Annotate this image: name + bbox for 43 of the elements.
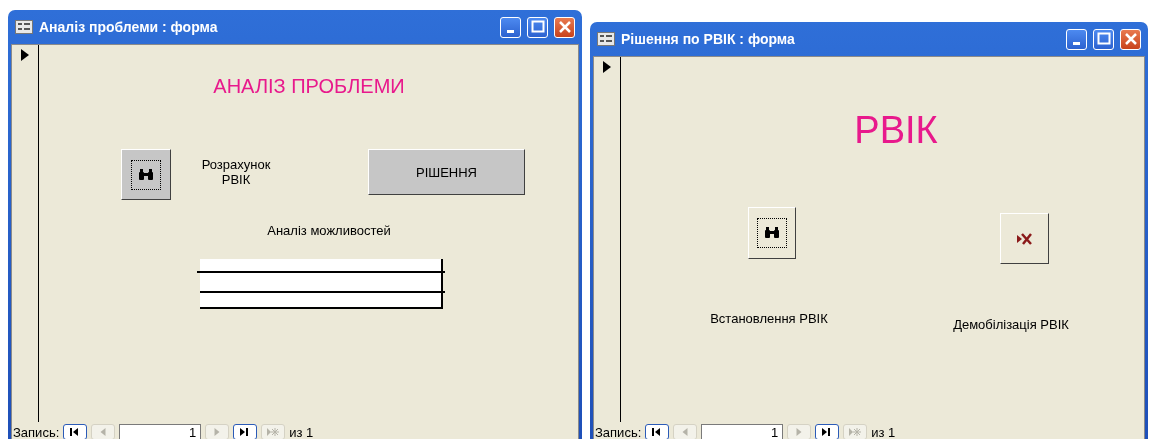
last-record-button[interactable] [233,424,258,439]
close-button[interactable] [1120,28,1141,50]
record-number-field[interactable]: 1 [119,424,202,439]
record-label: Запись: [13,424,60,439]
exit-button[interactable] [1000,213,1049,264]
minimize-button[interactable] [1066,28,1087,50]
form-label: Розрахунок РВІК [200,157,272,189]
form-icon [15,20,33,34]
binoculars-button[interactable] [748,207,796,259]
binoculars-button[interactable] [121,149,171,200]
minimize-icon [507,29,514,33]
form-label: Аналіз можливостей [266,223,392,240]
maximize-button[interactable] [1093,28,1114,50]
record-pointer-icon [21,49,29,61]
binoculars-icon [138,168,154,181]
triangle-arrow-icon [214,428,221,436]
form-button[interactable]: РІШЕННЯ [368,149,525,195]
record-number-field[interactable]: 1 [701,424,784,439]
binoculars-icon [764,227,780,239]
window-title: Аналіз проблеми : форма [39,19,219,35]
minimize-icon [1073,41,1080,45]
window-title: Рішення по РВІК : форма [621,31,796,47]
triangle-arrow-icon [100,428,107,436]
new-record-icon [848,426,863,438]
record-count: из 1 [871,424,896,439]
subform-field[interactable] [200,259,443,309]
form-icon [597,32,615,46]
form-heading: АНАЛІЗ ПРОБЛЕМИ [212,75,406,99]
record-pointer-icon [603,61,611,73]
last-record-button[interactable] [815,424,840,439]
close-button[interactable] [554,16,575,38]
form-label: Встановлення РВІК [709,311,829,328]
record-count: из 1 [289,424,314,439]
form-heading: РВІК [853,109,939,153]
triangle-arrow-icon [682,428,689,436]
first-record-button[interactable] [645,424,670,439]
triangle-arrow-icon [796,428,803,436]
record-label: Запись: [595,424,642,439]
maximize-button[interactable] [527,16,548,38]
first-record-button[interactable] [63,424,88,439]
new-record-icon [266,426,281,438]
form-label: Демобілізація РВІК [952,317,1070,334]
minimize-button[interactable] [500,16,521,38]
